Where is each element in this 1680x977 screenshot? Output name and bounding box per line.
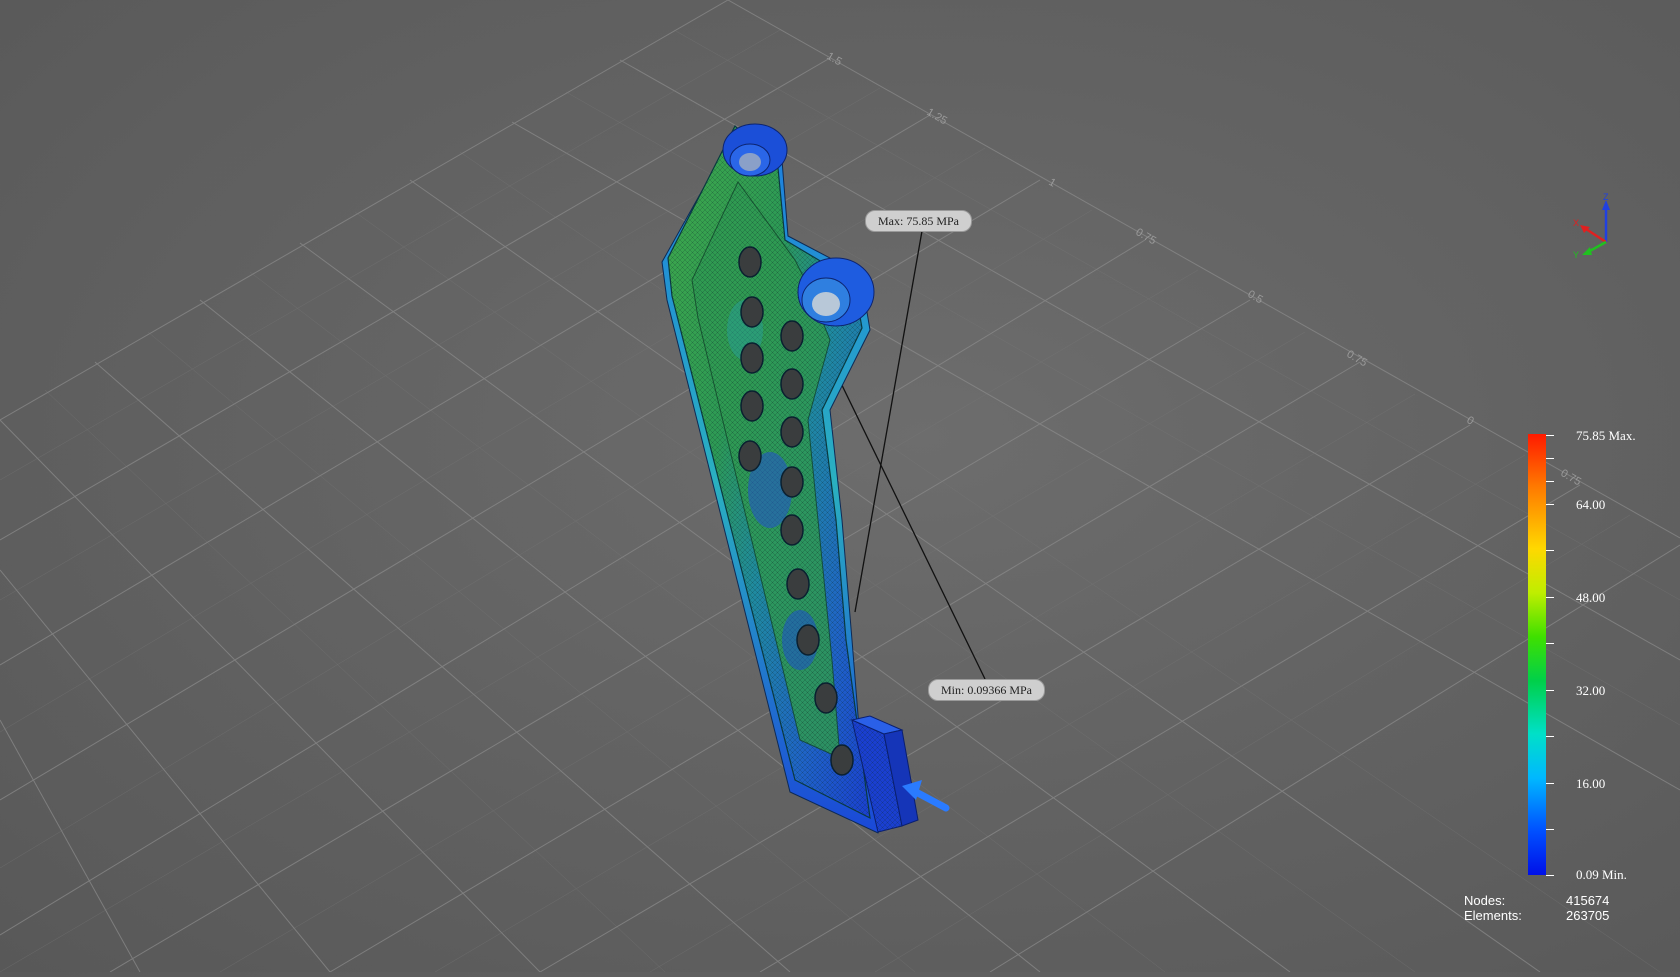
- legend-tick: [1546, 435, 1554, 436]
- legend-tick: [1546, 504, 1554, 505]
- legend-tick: [1546, 783, 1554, 784]
- legend-tick-label: 32.00: [1576, 683, 1606, 698]
- elements-row: Elements: 263705: [1464, 908, 1624, 923]
- top-pin-boss: [722, 123, 788, 177]
- 3d-viewport[interactable]: 1.5 1.25 1 0.75 0.5 0.75 0 0.75 Max: 75.…: [0, 0, 1680, 973]
- floor-grid: [0, 0, 1680, 973]
- stress-color-legend: 75.85 Max. 64.00 48.00 32.00 16.00 0.09 …: [1520, 428, 1670, 882]
- legend-tick-label: 16.00: [1576, 776, 1606, 791]
- nodes-row: Nodes: 415674: [1464, 893, 1624, 908]
- legend-tick-label: 64.00: [1576, 497, 1606, 512]
- legend-tick: [1546, 597, 1554, 598]
- elements-label: Elements:: [1464, 908, 1522, 923]
- legend-minor-tick: [1546, 829, 1554, 830]
- grid-label: 1.5: [825, 50, 844, 68]
- max-stress-label[interactable]: Max: 75.85 MPa: [865, 210, 972, 232]
- legend-tick: [1546, 875, 1554, 876]
- grid-label: 1.25: [925, 106, 950, 127]
- mid-pin-boss: [797, 257, 875, 327]
- legend-color-bar: [1528, 434, 1546, 875]
- scene-svg: 1.5 1.25 1 0.75 0.5 0.75 0 0.75: [0, 0, 1680, 973]
- min-stress-label[interactable]: Min: 0.09366 MPa: [928, 679, 1046, 701]
- legend-minor-tick: [1546, 736, 1554, 737]
- nodes-value: 415674: [1566, 893, 1610, 908]
- legend-tick-label: 48.00: [1576, 590, 1606, 605]
- grid-label: 0: [1465, 414, 1476, 427]
- legend-minor-tick: [1546, 643, 1554, 644]
- legend-minor-tick: [1546, 550, 1554, 551]
- axis-x-label: X: [1573, 218, 1579, 228]
- grid-label: 0.75: [1134, 226, 1159, 247]
- axis-y-label: Y: [1573, 250, 1579, 260]
- elements-value: 263705: [1566, 908, 1610, 923]
- grid-label: 1: [1047, 176, 1058, 189]
- legend-tick: [1546, 690, 1554, 691]
- grid-label: 0.5: [1246, 288, 1265, 306]
- grid-label: 0.75: [1345, 348, 1370, 369]
- axis-triad-icon[interactable]: Z X Y: [1570, 192, 1630, 262]
- mesh-statistics: Nodes: 415674 Elements: 263705: [1464, 893, 1624, 923]
- nodes-label: Nodes:: [1464, 893, 1506, 908]
- legend-max-label: 75.85 Max.: [1576, 428, 1636, 443]
- axis-z-label: Z: [1603, 192, 1609, 202]
- legend-minor-tick: [1546, 481, 1554, 482]
- legend-minor-tick: [1546, 458, 1554, 459]
- legend-min-label: 0.09 Min.: [1576, 867, 1627, 882]
